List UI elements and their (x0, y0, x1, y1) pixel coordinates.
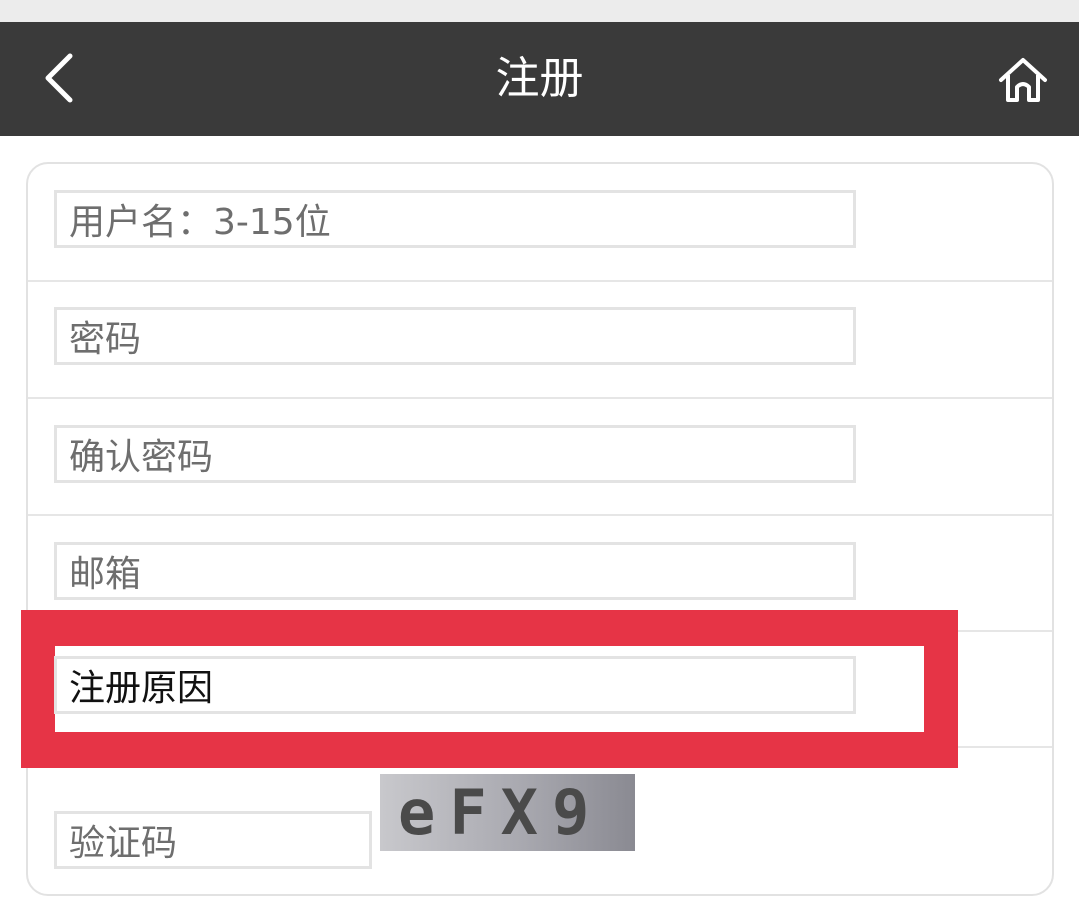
captcha-text: eFX9 (398, 776, 604, 849)
captcha-input[interactable]: 验证码 (54, 811, 372, 869)
confirm-password-input[interactable]: 确认密码 (54, 425, 856, 483)
row-divider (28, 280, 1052, 282)
page-title: 注册 (495, 53, 584, 104)
home-icon (999, 58, 1047, 102)
row-divider (28, 514, 1052, 516)
username-input[interactable]: 用户名：3-15位 (54, 190, 856, 248)
captcha-image[interactable]: eFX9 (380, 774, 635, 851)
back-button[interactable] (28, 48, 88, 108)
home-button[interactable] (992, 50, 1054, 110)
email-input[interactable]: 邮箱 (54, 542, 856, 600)
chevron-left-icon (45, 53, 73, 103)
password-input[interactable]: 密码 (54, 307, 856, 365)
status-bar (0, 0, 1079, 22)
registration-reason-input[interactable]: 注册原因 (54, 656, 856, 714)
row-divider (28, 397, 1052, 399)
top-navigation-bar: 注册 (0, 22, 1079, 136)
